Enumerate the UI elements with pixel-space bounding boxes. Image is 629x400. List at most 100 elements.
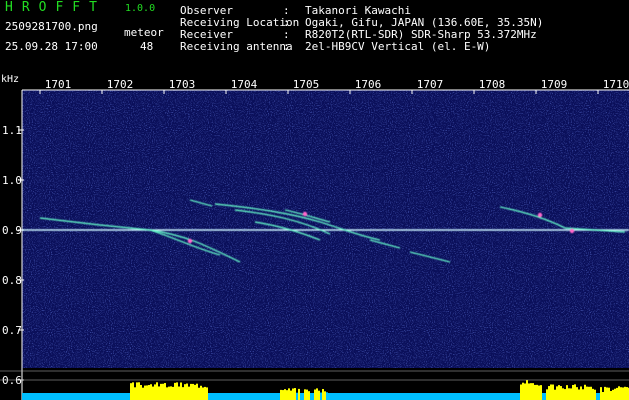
level-bar <box>240 394 242 400</box>
level-bar <box>512 396 514 400</box>
level-bar <box>194 384 196 400</box>
level-bar <box>552 384 554 400</box>
level-bar <box>546 389 548 400</box>
level-bar <box>356 394 358 400</box>
level-bar <box>40 396 42 400</box>
level-bar <box>600 387 602 400</box>
level-bar <box>610 391 612 400</box>
level-bar <box>618 386 620 400</box>
level-bar <box>486 396 488 400</box>
time-tick-label: 1705 <box>293 78 320 91</box>
level-bar <box>450 396 452 400</box>
level-bar <box>324 391 326 400</box>
level-bar <box>456 394 458 400</box>
level-bar <box>498 394 500 400</box>
level-bar <box>264 395 266 400</box>
level-bar <box>374 394 376 400</box>
level-bar <box>422 395 424 400</box>
info-value-antenna: 2el-HB9CV Vertical (el. E-W) <box>305 40 491 53</box>
level-bar <box>310 393 312 400</box>
level-bar <box>292 388 294 400</box>
level-bar <box>296 392 298 400</box>
level-bar <box>420 394 422 400</box>
level-bar <box>586 386 588 400</box>
level-bar <box>106 395 108 400</box>
level-bar <box>364 396 366 400</box>
level-bar <box>554 389 556 400</box>
level-bar <box>576 387 578 400</box>
level-bar <box>164 383 166 400</box>
level-bar <box>192 383 194 400</box>
level-bar <box>518 395 520 400</box>
level-bar <box>202 387 204 400</box>
level-bar <box>50 395 52 400</box>
level-bar <box>360 394 362 400</box>
level-bar <box>134 387 136 400</box>
level-bar <box>132 382 134 400</box>
level-bar <box>480 396 482 400</box>
level-bar <box>566 385 568 400</box>
level-bar <box>570 388 572 400</box>
level-bar <box>72 396 74 400</box>
level-bar <box>434 395 436 400</box>
echo-peak <box>537 212 543 218</box>
level-bar <box>612 389 614 400</box>
level-bar <box>320 392 322 400</box>
level-bar <box>206 387 208 400</box>
level-bar <box>242 394 244 400</box>
level-bar <box>536 384 538 400</box>
level-bar <box>112 394 114 400</box>
level-bar <box>368 395 370 400</box>
level-bar <box>448 395 450 400</box>
spectrogram-panel: 1701 1702 1703 1704 1705 1706 1707 1708 1709 1710… <box>0 72 629 400</box>
level-bar <box>550 384 552 400</box>
level-bar <box>88 395 90 400</box>
app-title: HROFFT <box>5 0 106 15</box>
level-bar <box>196 383 198 400</box>
level-bar <box>286 390 288 400</box>
level-bar <box>248 395 250 400</box>
level-bar <box>622 387 624 400</box>
level-bar <box>624 386 626 400</box>
level-bar <box>238 395 240 400</box>
level-bar <box>520 384 522 400</box>
level-bar <box>406 394 408 400</box>
level-bar <box>436 395 438 400</box>
level-bar <box>524 383 526 400</box>
level-bar <box>604 386 606 400</box>
level-bar <box>136 382 138 400</box>
level-bar <box>244 396 246 400</box>
level-bar <box>496 394 498 400</box>
level-bar <box>128 394 130 400</box>
level-bar <box>526 380 528 400</box>
level-bar <box>510 394 512 400</box>
level-bar <box>306 389 308 400</box>
level-bar <box>494 394 496 400</box>
level-bar <box>254 396 256 400</box>
level-bar <box>182 387 184 400</box>
level-bar <box>556 386 558 400</box>
level-bar <box>80 395 82 400</box>
level-bar <box>220 395 222 400</box>
level-bar <box>564 389 566 400</box>
level-bar <box>350 394 352 400</box>
level-bar <box>26 394 28 400</box>
level-bar <box>274 394 276 400</box>
level-bar <box>76 395 78 400</box>
level-bar <box>54 394 56 400</box>
level-bar <box>190 383 192 400</box>
level-bar <box>28 396 30 400</box>
level-bar <box>304 389 306 400</box>
level-bar <box>44 395 46 400</box>
level-bar <box>104 394 106 400</box>
level-bar <box>528 383 530 400</box>
level-bar <box>116 395 118 400</box>
level-bar <box>460 395 462 400</box>
echo-peak <box>302 211 308 217</box>
level-bar <box>544 394 546 400</box>
level-bar <box>608 387 610 400</box>
level-bar <box>160 383 162 400</box>
level-bar <box>540 385 542 400</box>
freq-tick-label: 0.8 <box>2 274 22 287</box>
level-bar <box>42 394 44 400</box>
